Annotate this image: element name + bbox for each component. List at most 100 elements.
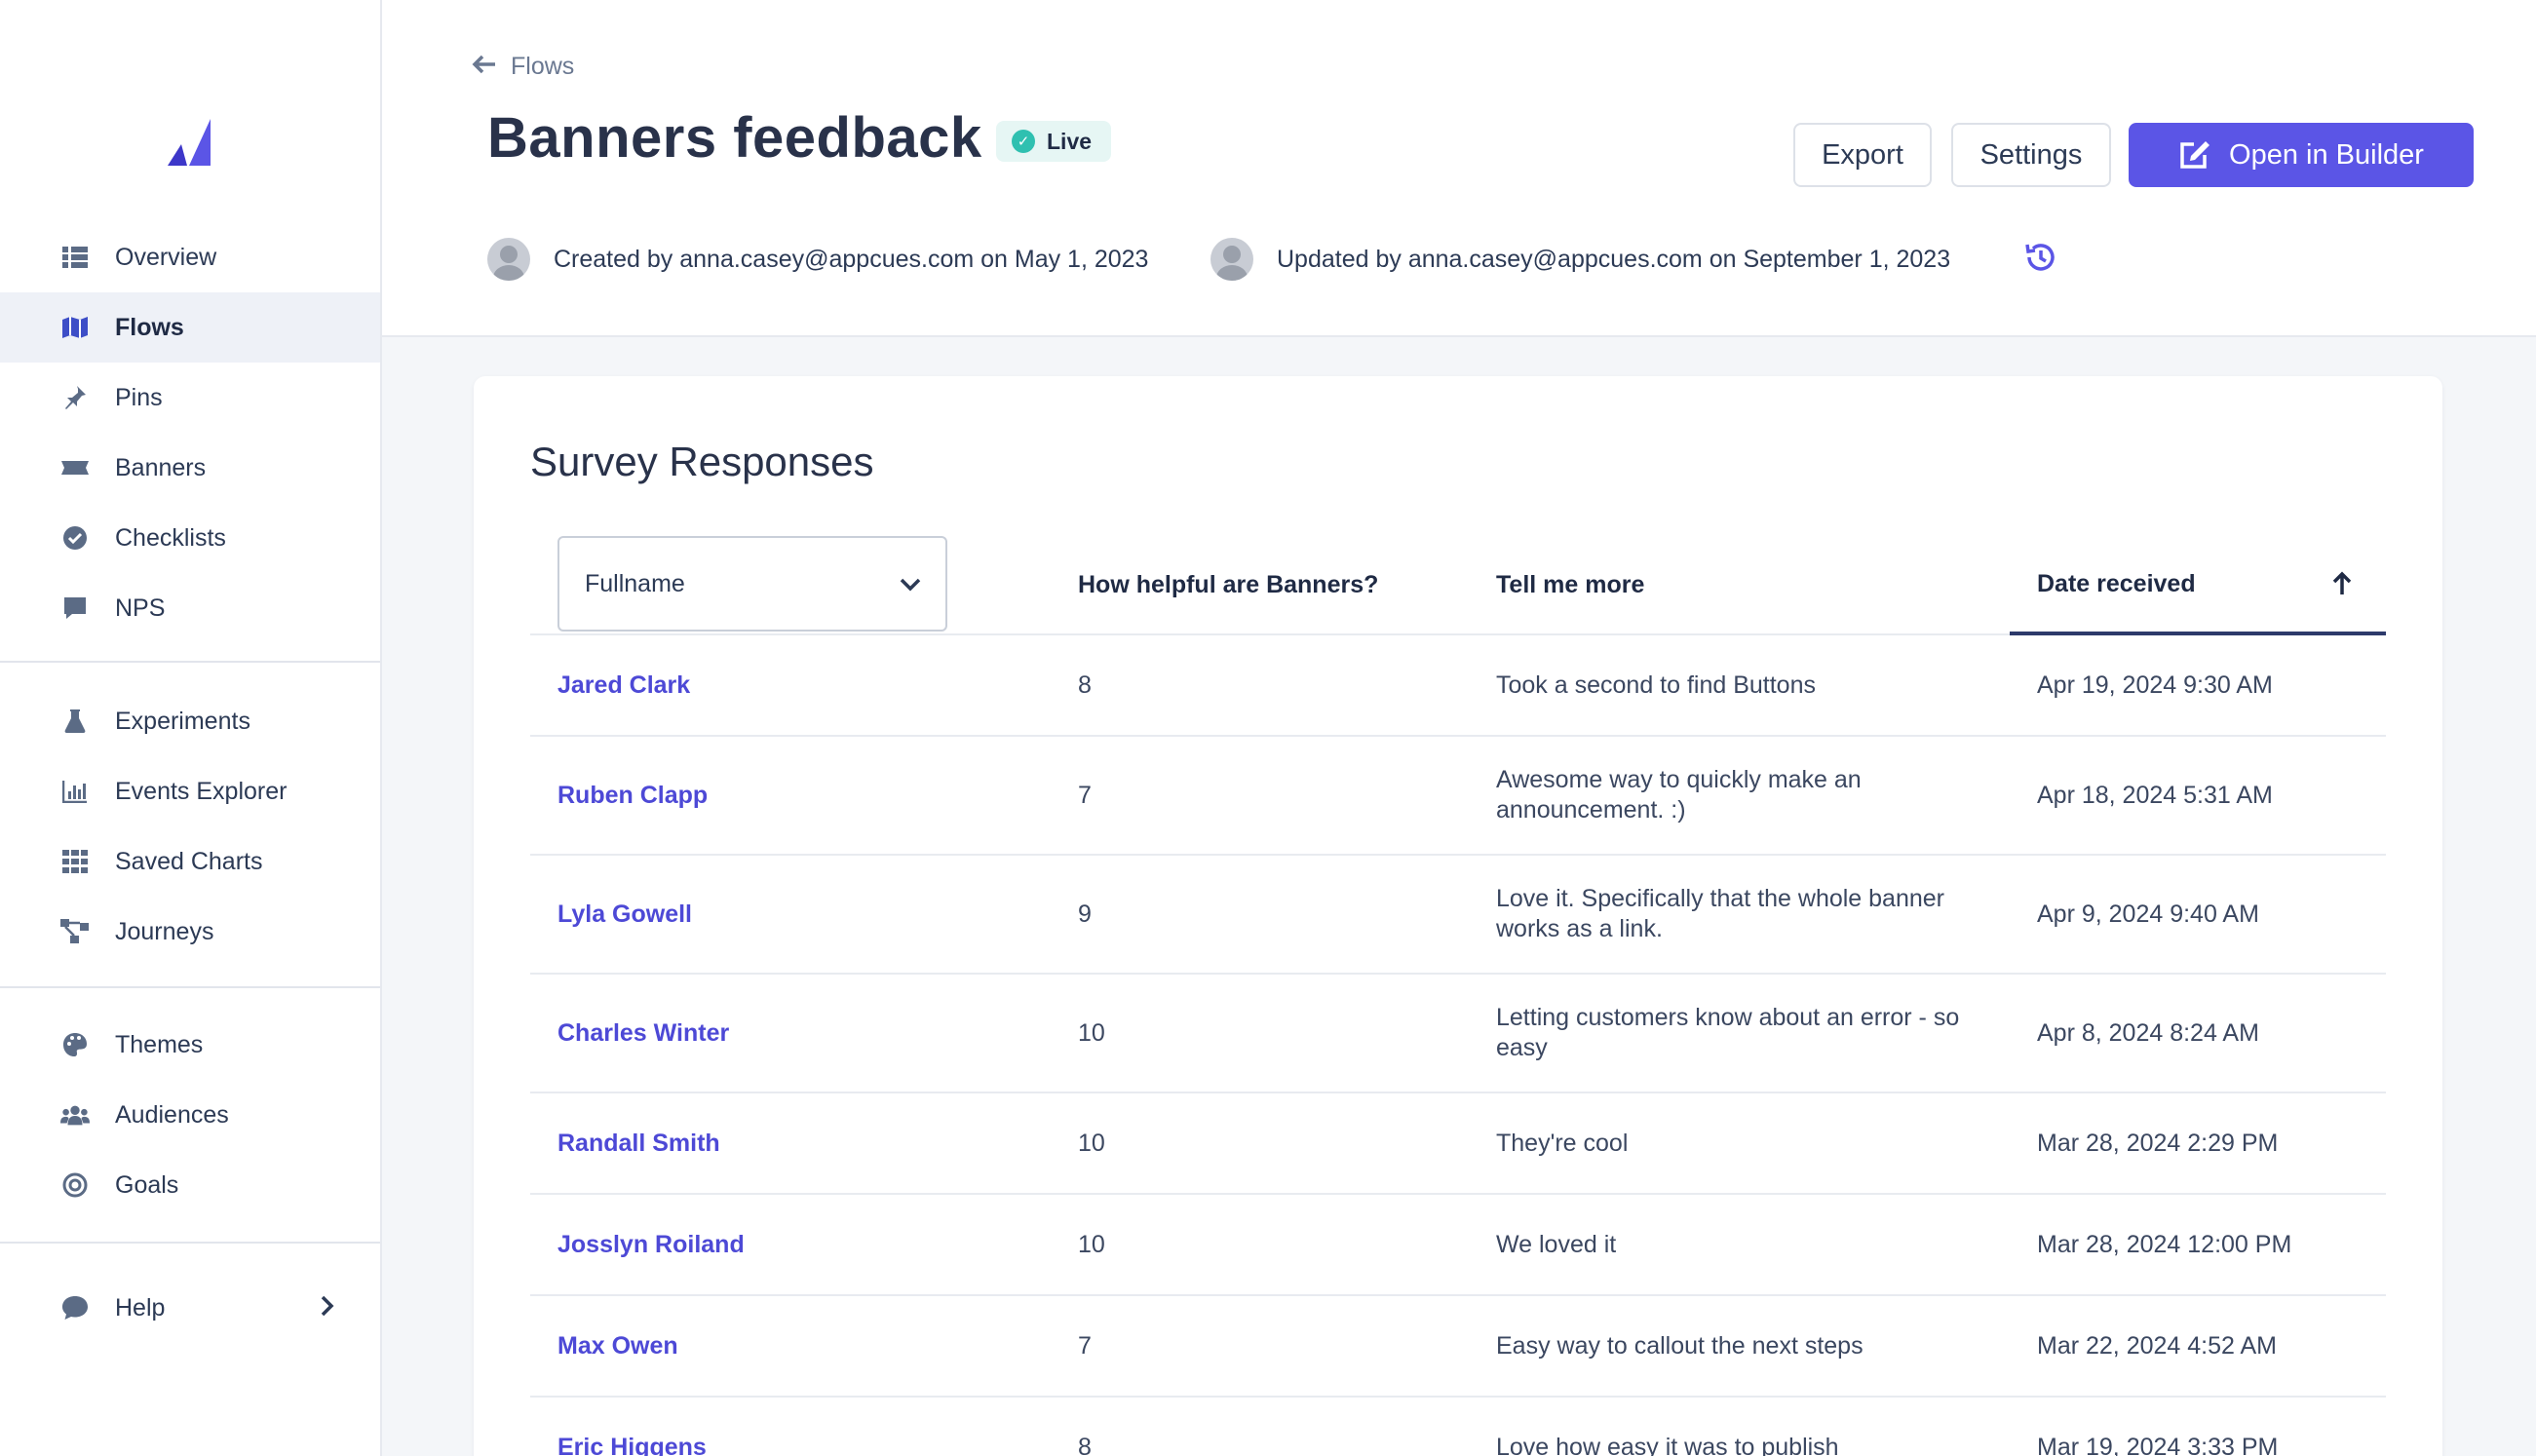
arrow-left-icon [472, 51, 497, 82]
score-cell: 7 [1078, 781, 1092, 809]
sort-ascending-icon[interactable] [2331, 571, 2353, 603]
column-header-score[interactable]: How helpful are Banners? [1078, 536, 1378, 633]
sidebar-item-label: Checklists [115, 523, 226, 552]
appcues-logo[interactable] [168, 119, 211, 166]
sidebar-item-label: Help [115, 1293, 166, 1322]
map-icon [60, 313, 90, 342]
palette-icon [60, 1030, 90, 1059]
column-header-date-label: Date received [2037, 569, 2196, 597]
check-icon: ✓ [1012, 130, 1035, 153]
table-row: Eric Higgens 8 Love how easy it was to pub… [530, 1398, 2386, 1456]
score-cell: 8 [1078, 1433, 1092, 1456]
bar-chart-icon [60, 777, 90, 806]
created-info: Created by anna.casey@appcues.com on May… [487, 238, 1148, 281]
date-received-cell: Apr 9, 2024 9:40 AM [2037, 900, 2259, 928]
table-row: Max Owen 7 Easy way to callout the next st… [530, 1296, 2386, 1398]
users-icon [60, 1100, 90, 1130]
chevron-down-icon [899, 571, 922, 599]
table-row: Randall Smith 10 They're cool Mar 28, 2024 … [530, 1093, 2386, 1195]
target-icon [60, 1170, 90, 1200]
settings-button[interactable]: Settings [1951, 123, 2111, 187]
column-header-date-received[interactable]: Date received [2010, 536, 2386, 635]
grid-icon [60, 847, 90, 876]
chat-icon [60, 594, 90, 623]
table-row: Josslyn Roiland 10 We loved it Mar 28, 2024… [530, 1195, 2386, 1296]
date-received-cell: Mar 28, 2024 2:29 PM [2037, 1129, 2279, 1157]
table-header: Fullname How helpful are Banners? Tell m… [530, 536, 2386, 635]
sidebar-item-label: Audiences [115, 1100, 229, 1129]
sidebar-item-label: NPS [115, 594, 166, 622]
sidebar-item-saved-charts[interactable]: Saved Charts [0, 826, 380, 897]
score-cell: 8 [1078, 671, 1092, 699]
history-icon[interactable] [2023, 240, 2058, 275]
sidebar-item-label: Themes [115, 1030, 204, 1058]
table-row: Charles Winter 10 Letting customers know a… [530, 975, 2386, 1093]
sidebar-item-themes[interactable]: Themes [0, 1010, 380, 1080]
settings-label: Settings [1979, 138, 2083, 171]
comment-icon [60, 1293, 90, 1322]
sidebar-item-pins[interactable]: Pins [0, 363, 380, 433]
sidebar-item-flows[interactable]: Flows [0, 292, 380, 363]
tell-me-more-cell: Love it. Specifically that the whole ban… [1496, 885, 1944, 942]
sidebar-item-help[interactable]: Help [0, 1273, 380, 1343]
sidebar-item-audiences[interactable]: Audiences [0, 1080, 380, 1150]
tell-me-more-cell: They're cool [1496, 1129, 1629, 1157]
created-text: Created by anna.casey@appcues.com on May… [554, 245, 1149, 273]
open-in-builder-button[interactable]: Open in Builder [2129, 123, 2474, 187]
sidebar-item-label: Pins [115, 383, 163, 411]
respondent-name-link[interactable]: Max Owen [557, 1296, 678, 1396]
score-cell: 10 [1078, 1129, 1105, 1157]
respondent-name-link[interactable]: Ruben Clapp [557, 737, 708, 854]
sidebar-item-label: Flows [115, 313, 184, 341]
nav-group-settings: Themes Audiences Goals [0, 1010, 380, 1220]
sidebar-item-journeys[interactable]: Journeys [0, 897, 380, 967]
respondent-name-link[interactable]: Randall Smith [557, 1093, 720, 1193]
sidebar-item-label: Experiments [115, 707, 250, 735]
date-received-cell: Apr 8, 2024 8:24 AM [2037, 1018, 2259, 1047]
survey-table: Fullname How helpful are Banners? Tell m… [530, 536, 2386, 1456]
page-title: Banners feedback [487, 106, 982, 170]
chevron-right-icon [320, 1292, 335, 1323]
card-title: Survey Responses [530, 439, 874, 484]
sidebar: Overview Flows Pins Banners Checklists NPS Ex… [0, 0, 382, 1456]
survey-responses-card: Survey Responses Fullname How helpful ar… [474, 376, 2442, 1456]
sidebar-item-overview[interactable]: Overview [0, 222, 380, 292]
edit-icon [2178, 139, 2211, 171]
table-row: Ruben Clapp 7 Awesome way to quickly make … [530, 737, 2386, 856]
respondent-name-link[interactable]: Eric Higgens [557, 1398, 707, 1456]
sidebar-item-goals[interactable]: Goals [0, 1150, 380, 1220]
tell-me-more-cell: Easy way to callout the next steps [1496, 1331, 1864, 1360]
respondent-name-link[interactable]: Charles Winter [557, 975, 729, 1092]
export-label: Export [1822, 138, 1903, 171]
sidebar-item-experiments[interactable]: Experiments [0, 686, 380, 756]
export-button[interactable]: Export [1793, 123, 1932, 187]
column-select[interactable]: Fullname [557, 536, 947, 632]
column-header-tell-me-more[interactable]: Tell me more [1496, 536, 1644, 633]
table-row: Lyla Gowell 9 Love it. Specifically that t… [530, 856, 2386, 975]
table-row: Jared Clark 8 Took a second to find Button… [530, 635, 2386, 737]
score-cell: 7 [1078, 1331, 1092, 1360]
avatar [1210, 238, 1253, 281]
nav-divider [0, 1242, 380, 1244]
date-received-cell: Mar 22, 2024 4:52 AM [2037, 1331, 2277, 1360]
respondent-name-link[interactable]: Jared Clark [557, 635, 690, 735]
tell-me-more-cell: Love how easy it was to publish [1496, 1433, 1839, 1456]
status-label: Live [1047, 128, 1093, 154]
score-cell: 10 [1078, 1230, 1105, 1258]
sidebar-item-events-explorer[interactable]: Events Explorer [0, 756, 380, 826]
sidebar-item-label: Overview [115, 243, 217, 271]
sidebar-item-banners[interactable]: Banners [0, 433, 380, 503]
respondent-name-link[interactable]: Lyla Gowell [557, 856, 692, 973]
sidebar-item-checklists[interactable]: Checklists [0, 503, 380, 573]
breadcrumb[interactable]: Flows [472, 51, 574, 82]
score-cell: 9 [1078, 900, 1092, 928]
pin-icon [60, 383, 90, 412]
updated-text: Updated by anna.casey@appcues.com on Sep… [1277, 245, 1951, 273]
sidebar-item-label: Banners [115, 453, 207, 481]
builder-label: Open in Builder [2229, 138, 2424, 171]
respondent-name-link[interactable]: Josslyn Roiland [557, 1195, 745, 1294]
sidebar-item-label: Journeys [115, 917, 214, 945]
tell-me-more-cell: Letting customers know about an error - … [1496, 1004, 1960, 1061]
sidebar-item-nps[interactable]: NPS [0, 573, 380, 643]
date-received-cell: Apr 19, 2024 9:30 AM [2037, 671, 2273, 699]
